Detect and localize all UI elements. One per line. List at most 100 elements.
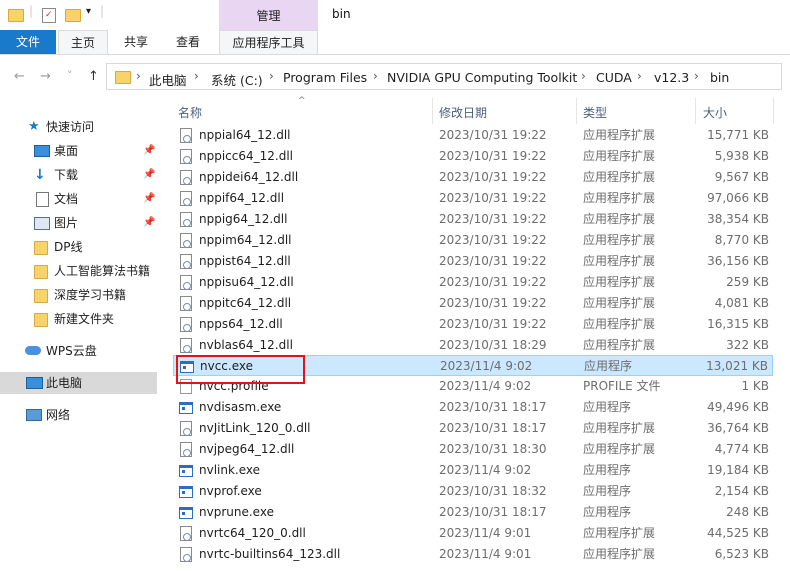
file-row[interactable]: npps64_12.dll 2023/10/31 19:22 应用程序扩展 16,31… (173, 314, 773, 335)
application-icon (179, 465, 193, 478)
column-header-date[interactable]: 修改日期 (439, 104, 487, 121)
forward-arrow-icon[interactable]: → (40, 69, 51, 84)
dll-file-icon (180, 316, 192, 332)
file-row[interactable]: nppicc64_12.dll 2023/10/31 19:22 应用程序扩展 5,9… (173, 146, 773, 167)
dll-file-icon (180, 295, 192, 311)
back-arrow-icon[interactable]: ← (14, 69, 25, 84)
file-row[interactable]: nppitc64_12.dll 2023/10/31 19:22 应用程序扩展 4,0… (173, 293, 773, 314)
file-name: nppitc64_12.dll (199, 295, 292, 310)
file-row[interactable]: nvblas64_12.dll 2023/10/31 18:29 应用程序扩展 322… (173, 335, 773, 356)
file-type: 应用程序扩展 (583, 211, 656, 226)
address-bar[interactable]: › 此电脑 › 系统 (C:) › Program Files › NVIDIA… (106, 63, 782, 90)
file-name: nvrtc64_120_0.dll (199, 526, 306, 541)
properties-icon[interactable]: ✓ (42, 8, 56, 23)
breadcrumb-bin[interactable]: bin (710, 70, 729, 85)
file-row[interactable]: nvlink.exe 2023/11/4 9:02 应用程序 19,184 KB (173, 460, 773, 481)
navigation-bar: ← → ˅ ↑ › 此电脑 › 系统 (C:) › Program Files … (0, 61, 790, 93)
sidebar-item-folder[interactable]: DP线 (0, 236, 157, 258)
computer-icon (26, 377, 43, 389)
breadcrumb-system-c[interactable]: 系统 (C:) (211, 70, 263, 89)
breadcrumb-separator: › (694, 69, 699, 83)
application-icon (179, 402, 193, 415)
breadcrumb-this-pc[interactable]: 此电脑 (149, 70, 187, 89)
file-type: 应用程序扩展 (583, 421, 656, 436)
new-folder-icon[interactable] (65, 9, 81, 22)
sidebar-item-wps-cloud[interactable]: WPS云盘 (0, 340, 157, 362)
file-row[interactable]: nppim64_12.dll 2023/10/31 19:22 应用程序扩展 8,77… (173, 230, 773, 251)
tab-file[interactable]: 文件 (0, 30, 56, 54)
file-row[interactable]: nppig64_12.dll 2023/10/31 19:22 应用程序扩展 38,3… (173, 209, 773, 230)
dll-file-icon (180, 526, 192, 542)
breadcrumb-program-files[interactable]: Program Files (283, 70, 367, 85)
file-row[interactable]: nvJitLink_120_0.dll 2023/10/31 18:17 应用程序扩… (173, 418, 773, 439)
breadcrumb-nvidia-toolkit[interactable]: NVIDIA GPU Computing Toolkit (387, 70, 577, 85)
navigation-pane: ★ 快速访问 桌面 📌 ↓ 下载 📌 文档 📌 图片 📌 DP线 人工智能算法书… (0, 100, 160, 571)
dll-file-icon (180, 421, 192, 437)
file-row[interactable]: nvrtc64_120_0.dll 2023/11/4 9:01 应用程序扩展 44,… (173, 523, 773, 544)
column-divider[interactable] (773, 98, 774, 124)
file-row[interactable]: nppist64_12.dll 2023/10/31 19:22 应用程序扩展 36,… (173, 251, 773, 272)
file-size: 259 KB (726, 274, 769, 289)
file-size: 49,496 KB (707, 400, 769, 415)
file-row[interactable]: nvrtc-builtins64_123.dll 2023/11/4 9:01 应用… (173, 544, 773, 565)
tab-share[interactable]: 共享 (112, 30, 160, 54)
column-divider[interactable] (695, 98, 696, 124)
file-size: 16,315 KB (707, 316, 769, 331)
dll-file-icon (180, 148, 192, 164)
sidebar-item-folder[interactable]: 深度学习书籍 (0, 284, 157, 306)
sidebar-item-documents[interactable]: 文档 📌 (0, 188, 157, 210)
file-size: 8,770 KB (714, 232, 769, 247)
file-row[interactable]: nppif64_12.dll 2023/10/31 19:22 应用程序扩展 97,0… (173, 188, 773, 209)
dll-file-icon (180, 190, 192, 206)
dll-file-icon (180, 442, 192, 458)
title-bar: | ✓ ▾ | (0, 0, 790, 30)
file-type: 应用程序 (583, 400, 632, 415)
file-size: 38,354 KB (707, 211, 769, 226)
tab-home[interactable]: 主页 (58, 30, 108, 54)
file-name: nvprune.exe (199, 505, 274, 520)
up-arrow-icon[interactable]: ↑ (88, 69, 99, 84)
file-row[interactable]: nvdisasm.exe 2023/10/31 18:17 应用程序 49,496 K… (173, 397, 773, 418)
file-row[interactable]: nvprune.exe 2023/10/31 18:17 应用程序 248 KB (173, 502, 773, 523)
file-row[interactable]: nppial64_12.dll 2023/10/31 19:22 应用程序扩展 15,… (173, 125, 773, 146)
file-row[interactable]: nppisu64_12.dll 2023/10/31 19:22 应用程序扩展 259… (173, 272, 773, 293)
breadcrumb-cuda[interactable]: CUDA (596, 70, 632, 85)
network-icon (26, 409, 42, 421)
file-name: nppist64_12.dll (199, 253, 291, 268)
sidebar-item-folder[interactable]: 新建文件夹 (0, 308, 157, 330)
sidebar-item-this-pc[interactable]: 此电脑 (0, 372, 157, 394)
file-row[interactable]: nvjpeg64_12.dll 2023/10/31 18:30 应用程序扩展 4,7… (173, 439, 773, 460)
file-row[interactable]: nppidei64_12.dll 2023/10/31 19:22 应用程序扩展 9,… (173, 167, 773, 188)
sidebar-item-folder[interactable]: 人工智能算法书籍 (0, 260, 157, 282)
file-date: 2023/10/31 18:17 (439, 421, 547, 436)
cloud-icon (25, 346, 41, 355)
column-divider[interactable] (432, 98, 433, 124)
recent-locations-chevron-icon[interactable]: ˅ (67, 69, 73, 82)
sidebar-item-desktop[interactable]: 桌面 📌 (0, 140, 157, 162)
file-type: 应用程序 (583, 484, 632, 499)
application-icon (179, 507, 193, 520)
file-size: 5,938 KB (714, 148, 769, 163)
tab-app-tools[interactable]: 应用程序工具 (219, 30, 318, 54)
breadcrumb-version[interactable]: v12.3 (654, 70, 689, 85)
column-header-size[interactable]: 大小 (703, 104, 727, 121)
file-size: 44,525 KB (707, 526, 769, 541)
customize-qa-chevron-icon[interactable]: ▾ (86, 6, 91, 17)
tab-view[interactable]: 查看 (164, 30, 212, 54)
sidebar-item-pictures[interactable]: 图片 📌 (0, 212, 157, 234)
pin-icon: 📌 (143, 193, 156, 204)
folder-icon[interactable] (8, 9, 24, 22)
file-date: 2023/11/4 9:01 (439, 547, 532, 561)
file-row[interactable]: nvprof.exe 2023/10/31 18:32 应用程序 2,154 KB (173, 481, 773, 502)
file-type: 应用程序扩展 (583, 442, 656, 457)
file-size: 15,771 KB (707, 128, 769, 142)
sidebar-item-network[interactable]: 网络 (0, 404, 157, 426)
qa-divider: | (100, 4, 105, 18)
column-header-type[interactable]: 类型 (583, 104, 607, 121)
column-header-name[interactable]: 名称 (178, 104, 202, 121)
file-type: 应用程序扩展 (583, 232, 656, 247)
sidebar-item-quick-access[interactable]: ★ 快速访问 (0, 116, 157, 138)
column-divider[interactable] (576, 98, 577, 124)
sidebar-item-downloads[interactable]: ↓ 下载 📌 (0, 164, 157, 186)
qa-divider: | (29, 4, 34, 18)
